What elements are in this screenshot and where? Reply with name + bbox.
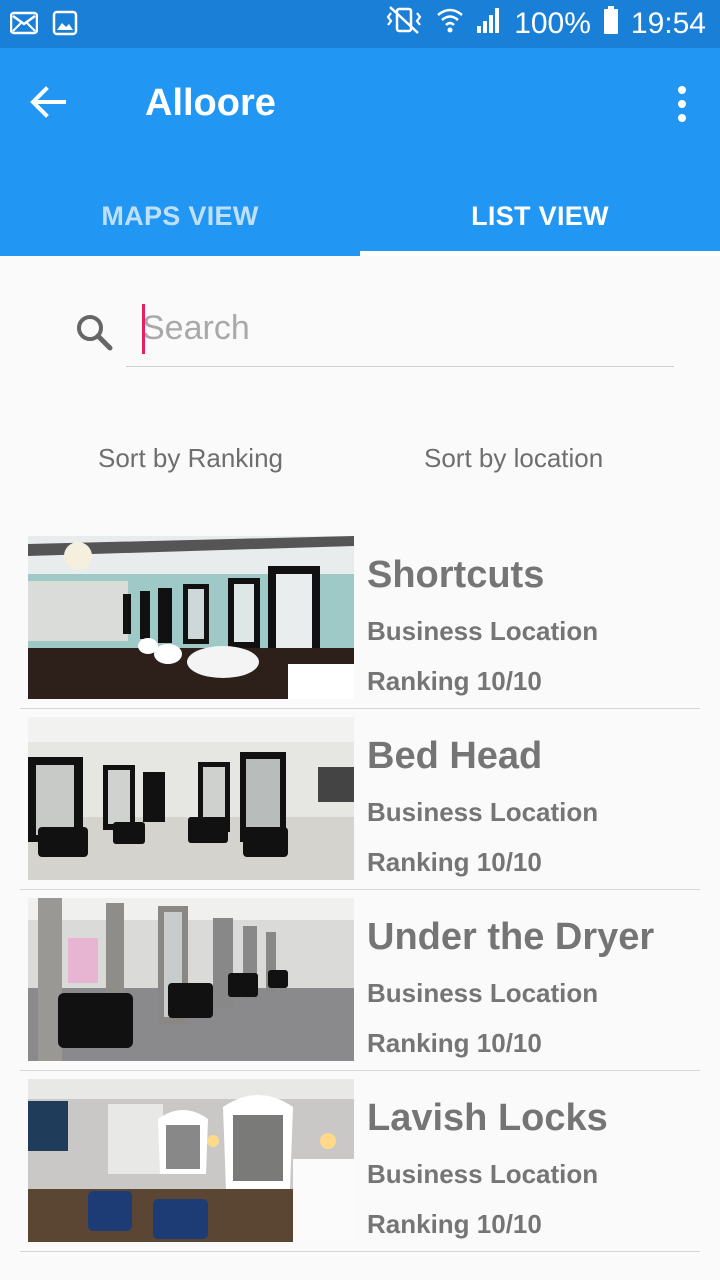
overflow-menu-button[interactable]	[670, 84, 694, 124]
divider	[20, 889, 700, 890]
salon-photo	[28, 536, 354, 699]
salon-ranking: Ranking 10/10	[367, 1028, 542, 1058]
salon-location: Business Location	[367, 1159, 599, 1189]
salon-ranking: Ranking 10/10	[367, 1209, 542, 1239]
salon-list-item[interactable]: Shortcuts Business Location Ranking 10/1…	[0, 536, 720, 717]
app-bar: Alloore MAPS VIEW LIST VIEW	[0, 48, 720, 256]
divider	[20, 1251, 700, 1252]
salon-ranking: Ranking 10/10	[367, 847, 542, 877]
divider	[20, 708, 700, 709]
back-button[interactable]	[24, 78, 72, 126]
wifi-icon	[436, 5, 464, 43]
salon-location: Business Location	[367, 978, 599, 1008]
salon-list-item[interactable]: Lavish Locks Business Location Ranking 1…	[0, 1079, 720, 1260]
salon-list-item[interactable]: Bed Head Business Location Ranking 10/10	[0, 717, 720, 898]
salon-location: Business Location	[367, 797, 599, 827]
salon-list-item[interactable]: Under the Dryer Business Location Rankin…	[0, 898, 720, 1079]
notification-icons	[9, 10, 78, 41]
battery-percent: 100%	[514, 7, 591, 40]
sort-options: Sort by Ranking Sort by location	[0, 430, 720, 486]
text-cursor	[142, 304, 145, 354]
salon-name: Lavish Locks	[367, 1097, 608, 1139]
salon-name: Under the Dryer	[367, 916, 655, 958]
salon-name: Bed Head	[367, 735, 543, 777]
image-icon	[52, 10, 78, 41]
status-bar: 100% 19:54	[0, 0, 720, 48]
more-vert-icon	[678, 86, 686, 122]
sort-by-ranking-button[interactable]: Sort by Ranking	[98, 430, 283, 486]
arrow-left-icon	[30, 86, 66, 118]
salon-photo	[28, 717, 354, 880]
battery-icon	[603, 5, 619, 43]
salon-location: Business Location	[367, 616, 599, 646]
tab-indicator	[360, 251, 720, 256]
sort-by-location-button[interactable]: Sort by location	[424, 430, 603, 486]
tab-maps-view[interactable]: MAPS VIEW	[0, 176, 360, 256]
app-title: Alloore	[145, 82, 276, 124]
salon-list: Shortcuts Business Location Ranking 10/1…	[0, 536, 720, 1260]
search-input[interactable]	[142, 298, 662, 358]
mail-icon	[9, 10, 39, 41]
clock: 19:54	[630, 7, 706, 40]
search-field[interactable]	[126, 290, 674, 367]
salon-ranking: Ranking 10/10	[367, 666, 542, 696]
divider	[20, 1070, 700, 1071]
search-icon	[74, 312, 114, 352]
tab-list-view[interactable]: LIST VIEW	[360, 176, 720, 256]
search-bar	[0, 290, 720, 370]
vibrate-mute-icon	[384, 5, 424, 43]
signal-icon	[476, 6, 502, 42]
salon-photo	[28, 898, 354, 1061]
salon-photo	[28, 1079, 354, 1242]
salon-name: Shortcuts	[367, 554, 545, 596]
